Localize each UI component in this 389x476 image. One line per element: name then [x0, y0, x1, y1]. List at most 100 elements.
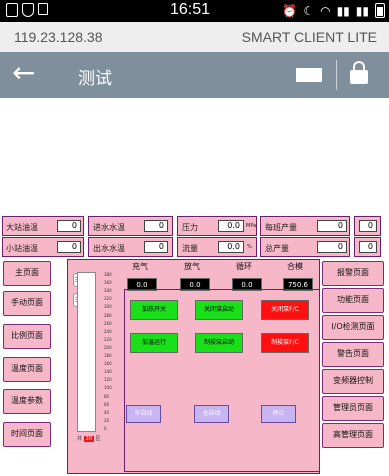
notification-icon — [6, 3, 18, 17]
process-panel: 主机A 主机B 充气 放气 循环 合模 0.0 0.0 0.0 750.6 38… — [67, 259, 320, 474]
gauge-tick-label: 20 — [104, 417, 110, 423]
column-header: 循环 — [236, 262, 252, 271]
nav-button-temperature-params[interactable]: 温度参数 — [3, 389, 51, 414]
reading-group: 每班产量 0 — [260, 216, 350, 236]
gauge-tick-label: 180 — [104, 353, 112, 359]
column-header: 充气 — [132, 262, 148, 271]
heating-switch-button[interactable]: 加热开关 — [130, 300, 178, 320]
gauge-tick-label: 380 — [104, 272, 112, 277]
nav-button-ratio[interactable]: 比例页面 — [3, 324, 51, 349]
nav-button-main[interactable]: 主页面 — [3, 261, 51, 286]
close-pump-fc-button[interactable]: 关闭泵F/C — [261, 300, 309, 320]
reading-value: 0 — [57, 241, 81, 253]
reading-label: 总产量 — [265, 244, 289, 253]
gauge-tick-label: 120 — [104, 377, 112, 383]
gauge-footer-value: 20 — [83, 436, 94, 442]
brake-pump-start-button[interactable]: 制梭泵启动 — [195, 333, 243, 353]
connection-bar: 119.23.128.38 SMART CLIENT LITE — [0, 22, 389, 52]
gauge-tick-label: 40 — [104, 409, 110, 415]
gauge-scale: 380 360 340 320 300 280 260 240 220 200 180 160 140 1… — [104, 272, 116, 432]
server-address: 119.23.128.38 — [14, 29, 103, 45]
reading-value: 0 — [359, 241, 377, 253]
reading-label: 大站油温 — [6, 223, 38, 232]
close-pump-start-button[interactable]: 关闭泵启动 — [195, 300, 243, 320]
nav-button-temperature[interactable]: 温度页面 — [3, 357, 51, 382]
app-name: SMART CLIENT LITE — [241, 29, 377, 45]
clock: 16:51 — [170, 1, 211, 18]
reading-label: 出水水温 — [93, 244, 125, 253]
nav-button-time[interactable]: 时间页面 — [3, 422, 51, 447]
nav-button-inverter[interactable]: 变频器控制 — [322, 369, 384, 394]
reading-value: 0 — [359, 220, 377, 232]
gauge-tick-label: 60 — [104, 401, 110, 407]
reading-group: 0 — [354, 237, 381, 257]
wifi-icon: ◠ — [320, 3, 331, 18]
reading-group: 出水水温 0 — [88, 237, 173, 257]
reading-unit: MPa — [246, 223, 257, 229]
reading-label: 压力 — [182, 223, 198, 232]
column-header: 合模 — [287, 262, 303, 271]
reading-value: 0 — [317, 220, 347, 232]
system-icons: ⏰ ☾ ◠ ▮▮ ▮▮ — [282, 3, 385, 18]
hmi-panel: 大站油温 0 进水水温 0 压力 0.0 MPa 每班产量 0 0 小站油温 0… — [0, 213, 389, 474]
gauge-tick-label: 320 — [104, 296, 112, 302]
nav-button-function[interactable]: 功能页面 — [322, 288, 384, 313]
reading-label: 流量 — [182, 244, 198, 253]
nav-button-manual[interactable]: 手动页面 — [3, 291, 51, 316]
moon-icon: ☾ — [303, 3, 315, 18]
gauge-tick-label: 0 — [104, 426, 107, 431]
reading-value: 0 — [144, 241, 168, 253]
full-auto-button[interactable]: 全自动 — [194, 405, 229, 423]
gauge-tick-label: 100 — [104, 385, 112, 391]
nav-button-senior-admin[interactable]: 高管理页面 — [322, 423, 384, 448]
column-header: 放气 — [184, 262, 200, 271]
sim-icon — [38, 3, 48, 15]
status-bar: 16:51 ⏰ ☾ ◠ ▮▮ ▮▮ — [0, 0, 389, 22]
reading-value: 0.0 — [218, 241, 244, 253]
gauge-tick-label: 80 — [104, 393, 110, 399]
heating-run-button[interactable]: 加温运行 — [130, 333, 178, 353]
gauge-tick-label: 340 — [104, 288, 112, 294]
notification-icons — [6, 3, 48, 17]
gauge-tick-label: 300 — [104, 304, 112, 310]
battery-icon — [375, 3, 385, 18]
gauge-tick-label: 360 — [104, 280, 112, 286]
nav-button-admin[interactable]: 管理员页面 — [322, 396, 384, 421]
brake-pump-fc-button[interactable]: 制梭泵F/C — [261, 333, 309, 353]
signal-icon: ▮▮ — [336, 3, 350, 18]
nav-button-alarm[interactable]: 报警页面 — [322, 261, 384, 286]
nav-button-warning[interactable]: 警告页面 — [322, 342, 384, 367]
alarm-icon: ⏰ — [282, 3, 298, 18]
gauge-tick-label: 160 — [104, 361, 112, 367]
reading-group: 压力 0.0 MPa — [177, 216, 257, 236]
divider — [336, 60, 337, 90]
gauge-tick-label: 280 — [104, 312, 112, 318]
reading-label: 小站油温 — [6, 244, 38, 253]
title-bar: ← 测试 — [0, 52, 389, 98]
reading-label: 每班产量 — [265, 223, 297, 232]
shield-icon — [22, 3, 34, 17]
reading-group: 大站油温 0 — [2, 216, 84, 236]
signal-icon: ▮▮ — [355, 3, 369, 18]
gauge-footer-suffix: 区 — [95, 436, 101, 442]
page-title: 测试 — [78, 69, 112, 89]
gauge-tick-label: 140 — [104, 369, 112, 375]
filmstrip-icon[interactable] — [296, 68, 322, 82]
back-arrow-icon[interactable]: ← — [12, 58, 35, 88]
reading-group: 总产量 0 — [260, 237, 350, 257]
reading-unit: % — [247, 244, 252, 250]
reading-group: 进水水温 0 — [88, 216, 173, 236]
level-gauge — [77, 272, 96, 432]
reading-value: 0 — [317, 241, 347, 253]
reading-value: 0 — [144, 220, 168, 232]
reading-group: 流量 0.0 % — [177, 237, 257, 257]
semi-auto-button[interactable]: 半自动 — [126, 405, 161, 423]
gauge-tick-label: 220 — [104, 336, 112, 342]
reading-value: 0 — [57, 220, 81, 232]
stop-button[interactable]: 停止 — [261, 405, 296, 423]
reading-value: 0.0 — [218, 220, 244, 232]
nav-button-io-check[interactable]: I/O检测页面 — [322, 315, 384, 340]
gauge-tick-label: 260 — [104, 320, 112, 326]
gauge-tick-label: 200 — [104, 344, 112, 350]
lock-icon[interactable] — [350, 61, 368, 84]
